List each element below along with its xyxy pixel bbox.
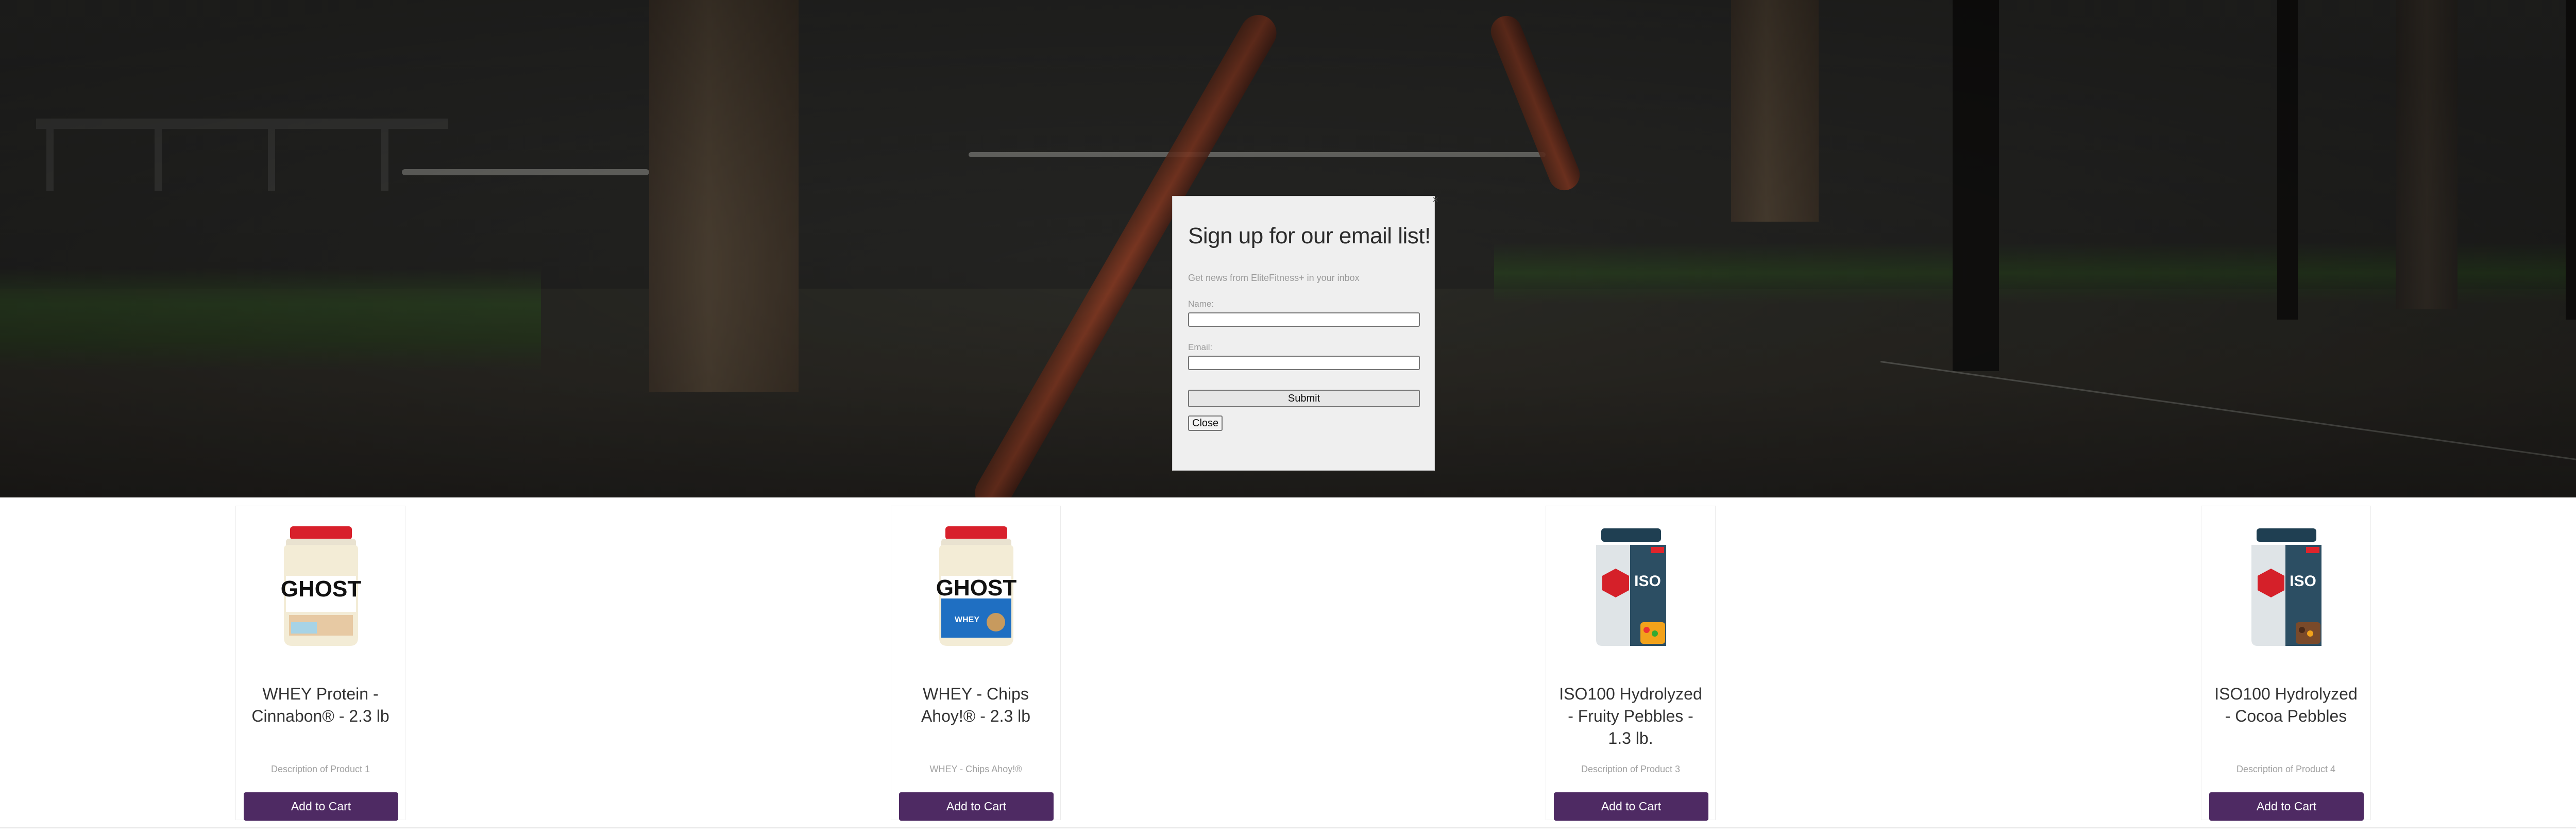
product-card: GHOST WHEY WHEY - Chips Ahoy!® - 2.3 lb … <box>891 506 1061 821</box>
product-image-ghost-cinnabon: GHOST <box>281 526 362 646</box>
add-to-cart-button[interactable]: Add to Cart <box>244 792 398 821</box>
product-description: Description of Product 1 <box>270 764 370 774</box>
submit-button[interactable]: Submit <box>1188 390 1420 407</box>
close-x-icon[interactable]: × <box>1432 194 1438 206</box>
svg-text:GHOST: GHOST <box>281 576 362 602</box>
add-to-cart-button[interactable]: Add to Cart <box>899 792 1054 821</box>
product-name[interactable]: ISO100 Hydrolyzed - Fruity Pebbles - 1.3… <box>1556 683 1705 750</box>
name-label: Name: <box>1188 299 1214 309</box>
close-button[interactable]: Close <box>1188 415 1223 431</box>
product-card: GHOST WHEY Protein - Cinnabon® - 2.3 lb … <box>235 506 405 821</box>
name-input[interactable] <box>1188 312 1420 327</box>
page-divider <box>0 827 2576 828</box>
product-description: Description of Product 4 <box>2236 764 2336 774</box>
product-grid: GHOST WHEY Protein - Cinnabon® - 2.3 lb … <box>0 497 2576 832</box>
product-image-iso100-cocoa: ISO <box>2251 528 2321 646</box>
product-description: WHEY - Chips Ahoy!® <box>929 764 1022 774</box>
add-to-cart-button[interactable]: Add to Cart <box>2209 792 2364 821</box>
signup-title: Sign up for our email list! <box>1188 223 1431 248</box>
svg-text:ISO: ISO <box>2290 573 2316 590</box>
svg-text:ISO: ISO <box>1634 573 1661 590</box>
product-description: Description of Product 3 <box>1581 764 1681 774</box>
product-image-ghost-chips-ahoy: GHOST WHEY <box>936 526 1017 646</box>
svg-text:GHOST: GHOST <box>936 575 1017 601</box>
product-card: ISO ISO100 Hydrolyzed - Fruity Pebbles -… <box>1546 506 1716 821</box>
signup-subtitle: Get news from EliteFitness+ in your inbo… <box>1188 273 1360 283</box>
product-card: ISO ISO100 Hydrolyzed - Cocoa Pebbles De… <box>2201 506 2371 821</box>
email-input[interactable] <box>1188 356 1420 370</box>
add-to-cart-button[interactable]: Add to Cart <box>1554 792 1708 821</box>
email-label: Email: <box>1188 342 1213 352</box>
product-name[interactable]: WHEY Protein - Cinnabon® - 2.3 lb <box>246 683 395 727</box>
product-name[interactable]: WHEY - Chips Ahoy!® - 2.3 lb <box>902 683 1050 727</box>
email-signup-modal: × Sign up for our email list! Get news f… <box>1172 194 1438 471</box>
product-image-iso100-fruity: ISO <box>1596 528 1666 646</box>
product-name[interactable]: ISO100 Hydrolyzed - Cocoa Pebbles <box>2212 683 2360 727</box>
svg-text:WHEY: WHEY <box>955 615 979 624</box>
